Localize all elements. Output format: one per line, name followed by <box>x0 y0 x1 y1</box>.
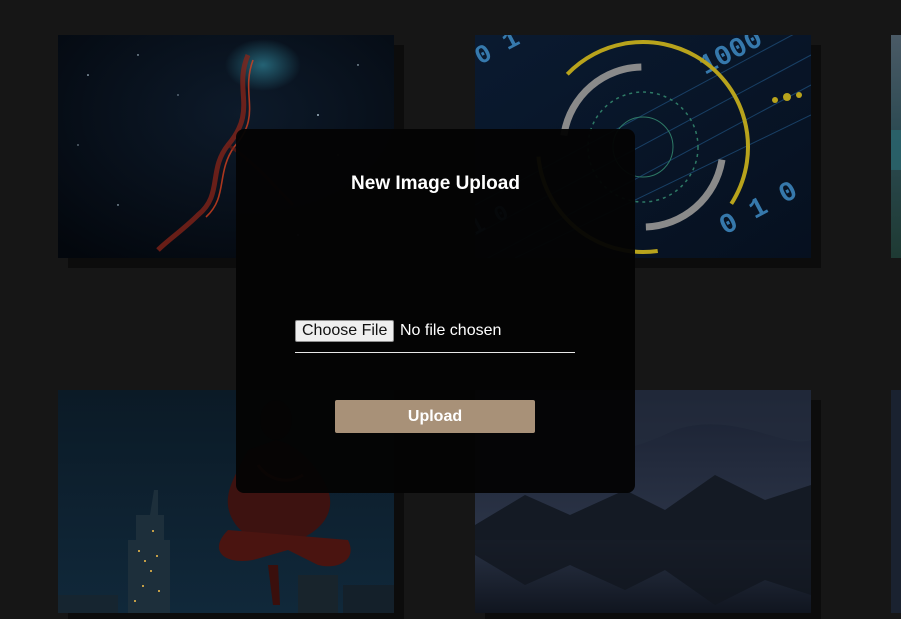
upload-button[interactable]: Upload <box>335 400 535 433</box>
file-status-text: No file chosen <box>400 322 502 339</box>
modal-title: New Image Upload <box>351 173 520 194</box>
choose-file-button[interactable]: Choose File <box>295 320 395 342</box>
file-input[interactable]: Choose File No file chosen <box>295 320 575 353</box>
gallery-image-landscape[interactable] <box>891 35 901 258</box>
page: 0 1 0 1000 0 1 0 1 0 <box>0 0 901 619</box>
upload-modal: New Image Upload Choose File No file cho… <box>236 129 635 493</box>
gallery-image-dark[interactable] <box>891 390 901 613</box>
